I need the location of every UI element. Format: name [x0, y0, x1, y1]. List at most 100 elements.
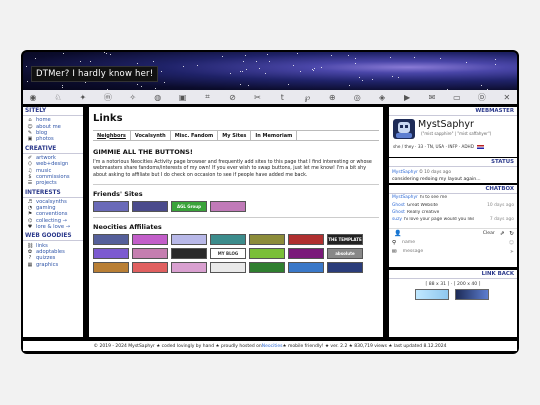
- site-button[interactable]: [288, 262, 324, 274]
- status-meta: MystSaphyr ⏲ 10 days ago: [389, 167, 517, 175]
- linkback-header: LINK BACK: [389, 270, 517, 279]
- site-button[interactable]: [327, 262, 363, 274]
- site-button[interactable]: [171, 262, 207, 274]
- site-button[interactable]: MY BLOG: [210, 248, 246, 260]
- site-button[interactable]: [93, 234, 129, 246]
- sidebar-item-graphics[interactable]: ▦ graphics: [23, 262, 83, 268]
- chat-time: 7 days ago: [489, 217, 514, 223]
- site-button[interactable]: [249, 262, 285, 274]
- site-button[interactable]: [93, 262, 129, 274]
- mastodon-icon[interactable]: ⓜ: [102, 92, 114, 103]
- affiliates-title: Neocities Affiliates: [93, 223, 162, 232]
- divider: [93, 184, 379, 186]
- linkback-button-200x40[interactable]: [455, 289, 489, 300]
- smiley-icon[interactable]: ☺: [509, 240, 514, 246]
- chat-message: suzyhi love your page would you like to …: [389, 216, 517, 223]
- status-user[interactable]: MystSaphyr: [392, 170, 418, 175]
- sidebar-item-photos[interactable]: ▣ photos: [23, 136, 83, 142]
- neocities-link[interactable]: Neocities: [262, 344, 283, 349]
- site-button[interactable]: [132, 262, 168, 274]
- camera-icon[interactable]: ▣: [177, 93, 189, 102]
- tab-misc-fandom[interactable]: Misc. Fandom: [171, 131, 219, 140]
- p-icon[interactable]: ℘: [301, 93, 313, 102]
- tumblr-icon[interactable]: t: [276, 93, 288, 102]
- name-input[interactable]: [400, 239, 485, 246]
- star: [293, 64, 295, 66]
- star: [110, 53, 112, 55]
- message-input[interactable]: [400, 248, 485, 255]
- star: [313, 69, 315, 71]
- affiliates-row: THE TEMPLATE: [93, 234, 379, 246]
- crop-icon[interactable]: ⌗: [202, 92, 214, 102]
- star: [90, 60, 92, 62]
- star: [495, 59, 497, 61]
- site-button[interactable]: [288, 234, 324, 246]
- star: [136, 63, 138, 65]
- site-button[interactable]: [171, 234, 207, 246]
- sidebar-item-projects[interactable]: ☰ projects: [23, 180, 83, 186]
- site-button[interactable]: [132, 248, 168, 260]
- site-button[interactable]: [249, 234, 285, 246]
- scissors-icon[interactable]: ✂: [251, 93, 263, 102]
- star: [397, 76, 399, 78]
- github-icon[interactable]: ◎: [351, 93, 363, 102]
- x-icon[interactable]: ✕: [501, 93, 513, 102]
- monitor-icon[interactable]: ▭: [451, 93, 463, 102]
- star: [182, 65, 184, 67]
- tab-neighbors[interactable]: Neighbors: [93, 131, 131, 140]
- site-button[interactable]: [171, 248, 207, 260]
- chat-user[interactable]: suzy: [392, 217, 402, 222]
- message-icon: ✉: [392, 248, 397, 255]
- social-icon-bar: ◉ ♘ ✦ ⓜ ✧ ◍ ▣ ⌗ ⊘ ✂ t ℘ ⊕ ◎ ◈ ▶ ✉ ▭ Ⓓ ✕: [23, 90, 517, 104]
- tab-in-memoriam[interactable]: In Memoriam: [251, 131, 298, 140]
- chat-user[interactable]: Ghost: [392, 210, 405, 215]
- linkback-button-88x31[interactable]: [415, 289, 449, 300]
- site-button[interactable]: [93, 248, 129, 260]
- tab-vocalsynth[interactable]: Vocalsynth: [131, 131, 171, 140]
- star: [241, 71, 243, 73]
- site-button[interactable]: [210, 262, 246, 274]
- webmaster-tags: she / they · 33 · TN, USA · INFP · ADHD: [393, 144, 485, 149]
- affiliates-row: [93, 262, 379, 274]
- dog-icon[interactable]: ◍: [152, 93, 164, 102]
- butterfly-icon[interactable]: ✦: [77, 93, 89, 102]
- site-button[interactable]: AGL Group: [171, 201, 207, 213]
- chat-user[interactable]: MystSaphyr: [392, 195, 418, 200]
- star: [245, 68, 247, 70]
- site-button[interactable]: [132, 201, 168, 213]
- refresh-icon[interactable]: ↻: [509, 231, 514, 237]
- person-icon: ⚲: [392, 239, 397, 246]
- site-button[interactable]: [210, 234, 246, 246]
- rabbit-icon[interactable]: ♘: [52, 93, 64, 102]
- link-icon[interactable]: ⊕: [326, 93, 338, 102]
- youtube-icon[interactable]: ▶: [401, 93, 413, 102]
- avatar[interactable]: [393, 119, 415, 139]
- steam-icon[interactable]: ◈: [376, 93, 388, 102]
- site-button[interactable]: [288, 248, 324, 260]
- site-button[interactable]: [93, 201, 129, 213]
- site-button[interactable]: absolute: [327, 248, 363, 260]
- globe-icon[interactable]: ◉: [27, 93, 39, 102]
- clear-button[interactable]: Clear: [483, 231, 495, 236]
- blog-icon: ✎: [27, 129, 33, 136]
- chat-text: Really creative: [406, 209, 440, 215]
- chat-messages[interactable]: MystSaphyr hi to see me Ghost Great Website…: [389, 194, 517, 228]
- sidebar-section-title: WEB GOODIES: [23, 232, 83, 242]
- site-button[interactable]: [210, 201, 246, 213]
- sidebar-item-label: artwork: [36, 154, 56, 161]
- linkback-sizes[interactable]: [ 88 x 31 ] · [ 200 x 40 ]: [389, 282, 517, 287]
- twitter-icon[interactable]: ✧: [127, 93, 139, 102]
- site-button[interactable]: [132, 234, 168, 246]
- tab-my-sites[interactable]: My Sites: [218, 131, 252, 140]
- no-entry-icon[interactable]: ⊘: [227, 93, 239, 102]
- star: [104, 52, 106, 54]
- sidebar-item-lore-love[interactable]: ♥ lore & love →: [23, 224, 83, 230]
- star: [106, 53, 108, 55]
- site-button[interactable]: [249, 248, 285, 260]
- chat-icon[interactable]: ✉: [426, 93, 438, 102]
- site-button[interactable]: THE TEMPLATE: [327, 234, 363, 246]
- share-icon[interactable]: ⇗: [500, 231, 505, 237]
- chat-user[interactable]: Ghost: [392, 203, 405, 208]
- send-icon[interactable]: ➤: [510, 249, 514, 255]
- bell-icon[interactable]: Ⓓ: [476, 92, 488, 103]
